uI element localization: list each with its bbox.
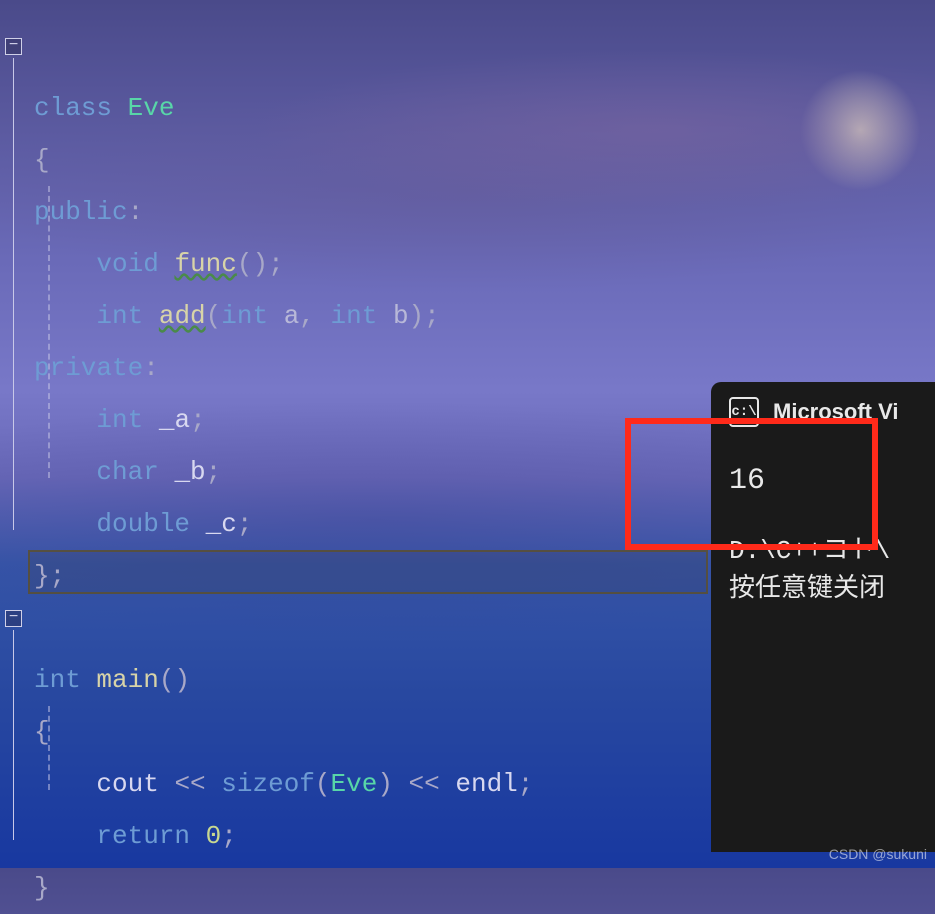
console-prompt: 按任意键关闭 bbox=[729, 570, 917, 608]
console-output: 16 bbox=[729, 462, 917, 500]
op-insert-2: << bbox=[409, 769, 440, 799]
class-name-eve: Eve bbox=[128, 93, 175, 123]
keyword-int-b: int bbox=[331, 301, 378, 331]
keyword-int-member: int bbox=[96, 405, 143, 435]
keyword-int-add: int bbox=[96, 301, 143, 331]
editor-gutter: − − bbox=[0, 0, 28, 868]
keyword-int-a: int bbox=[221, 301, 268, 331]
fold-handle-class[interactable]: − bbox=[5, 38, 22, 55]
colon-private: : bbox=[143, 353, 159, 383]
close-paren-sizeof: ) bbox=[377, 769, 393, 799]
func-name-func: func bbox=[174, 249, 236, 279]
semi-add: ; bbox=[424, 301, 440, 331]
comma-add: , bbox=[299, 301, 315, 331]
literal-zero: 0 bbox=[206, 821, 222, 851]
param-a: a bbox=[284, 301, 300, 331]
open-brace-main: { bbox=[34, 717, 50, 747]
close-brace-main: } bbox=[34, 873, 50, 903]
close-brace-class: } bbox=[34, 561, 50, 591]
member-a: _a bbox=[159, 405, 190, 435]
semi-func: ; bbox=[268, 249, 284, 279]
op-insert-1: << bbox=[174, 769, 205, 799]
member-c: _c bbox=[206, 509, 237, 539]
fold-line-class bbox=[13, 58, 14, 530]
keyword-public: public bbox=[34, 197, 128, 227]
func-name-add: add bbox=[159, 301, 206, 331]
console-body: 16 D:\C++コト\ 按任意键关闭 bbox=[711, 442, 935, 628]
endl: endl bbox=[455, 769, 517, 799]
keyword-return: return bbox=[96, 821, 190, 851]
open-paren-add: ( bbox=[206, 301, 222, 331]
semi-c: ; bbox=[237, 509, 253, 539]
fold-handle-main[interactable]: − bbox=[5, 610, 22, 627]
semi-b: ; bbox=[206, 457, 222, 487]
watermark: CSDN @sukuni bbox=[829, 846, 927, 862]
fold-line-main bbox=[13, 630, 14, 840]
keyword-class: class bbox=[34, 93, 112, 123]
keyword-int-main: int bbox=[34, 665, 81, 695]
semi-class: ; bbox=[50, 561, 66, 591]
class-ref-eve: Eve bbox=[331, 769, 378, 799]
console-window[interactable]: c:\ Microsoft Vi 16 D:\C++コト\ 按任意键关闭 bbox=[711, 382, 935, 852]
func-name-main: main bbox=[96, 665, 158, 695]
code-text[interactable]: class Eve { public: void func(); int add… bbox=[34, 30, 533, 914]
open-paren-sizeof: ( bbox=[315, 769, 331, 799]
console-title: Microsoft Vi bbox=[773, 399, 899, 425]
keyword-private: private bbox=[34, 353, 143, 383]
colon-public: : bbox=[128, 197, 144, 227]
keyword-sizeof: sizeof bbox=[221, 769, 315, 799]
keyword-void: void bbox=[96, 249, 158, 279]
semi-cout: ; bbox=[518, 769, 534, 799]
cmd-icon: c:\ bbox=[729, 397, 759, 427]
param-b: b bbox=[393, 301, 409, 331]
cout: cout bbox=[96, 769, 158, 799]
keyword-char: char bbox=[96, 457, 158, 487]
console-path: D:\C++コト\ bbox=[729, 532, 917, 570]
open-brace-class: { bbox=[34, 145, 50, 175]
parens-main: () bbox=[159, 665, 190, 695]
parens-func: () bbox=[237, 249, 268, 279]
close-paren-add: ) bbox=[409, 301, 425, 331]
member-b: _b bbox=[174, 457, 205, 487]
semi-a: ; bbox=[190, 405, 206, 435]
semi-return: ; bbox=[221, 821, 237, 851]
keyword-double: double bbox=[96, 509, 190, 539]
console-titlebar[interactable]: c:\ Microsoft Vi bbox=[711, 382, 935, 442]
